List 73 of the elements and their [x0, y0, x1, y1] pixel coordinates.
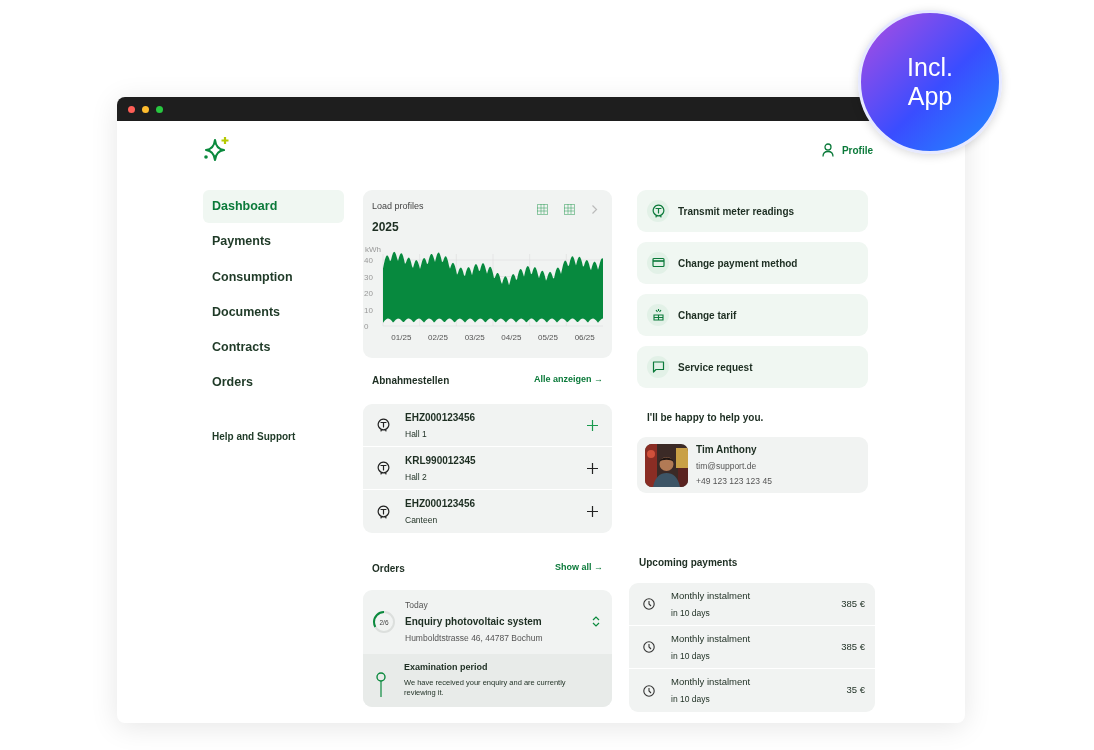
axis-label: 20: [364, 288, 373, 298]
sidebar-item[interactable]: Documents: [203, 295, 344, 329]
meter-id: EHZ000123456: [405, 410, 477, 425]
order-date: Today: [405, 599, 429, 612]
section-title: Orders: [372, 561, 405, 576]
zoom-dot-icon[interactable]: [156, 105, 163, 113]
payment-label: Monthly instalment: [671, 631, 752, 646]
minimize-dot-icon[interactable]: [142, 105, 149, 113]
payment-label: Monthly instalment: [671, 588, 752, 603]
axis-label: 03/25: [464, 332, 485, 342]
timeline-pin-icon: [375, 671, 387, 698]
location-name: Hall 1: [405, 427, 428, 441]
axis-label: 06/25: [574, 332, 595, 342]
sparkle-logo-icon: [203, 137, 231, 163]
sidebar-item[interactable]: Consumption: [203, 260, 344, 294]
meter-icon: [377, 461, 390, 475]
chart-title: Load profiles: [372, 200, 424, 213]
axis-label: 40: [364, 255, 373, 265]
section-title: Upcoming payments: [639, 555, 738, 570]
payment-due: in 10 days: [671, 649, 711, 663]
axis-label: 02/25: [428, 332, 448, 342]
support-heading: I'll be happy to help you.: [646, 411, 765, 425]
action-button[interactable]: Transmit meter readings: [637, 190, 868, 232]
expand-toggle-icon[interactable]: [592, 615, 600, 629]
solar-panel-icon: [651, 308, 665, 322]
action-button[interactable]: Change tarif: [637, 294, 868, 336]
contact-name: Tim Anthony: [696, 443, 758, 458]
plus-icon[interactable]: [587, 506, 598, 517]
step-title: Examination period: [404, 660, 489, 674]
clock-icon: [643, 598, 655, 610]
show-all-link[interactable]: Alle anzeigen →: [533, 373, 603, 387]
plus-icon[interactable]: [587, 462, 598, 474]
unit-label: kWh: [365, 244, 381, 254]
axis-label: 01/25: [391, 332, 412, 342]
location-name: Canteen: [405, 514, 439, 527]
payment-amount: 385 €: [841, 596, 865, 611]
meter-icon: [377, 504, 390, 519]
action-button[interactable]: Change payment method: [637, 242, 868, 284]
payment-due: in 10 days: [671, 693, 711, 706]
payment-label: Monthly instalment: [671, 675, 752, 689]
payment-amount: 385 €: [841, 639, 865, 654]
chat-bubble-icon: [651, 360, 665, 374]
meter-id: EHZ000123456: [405, 497, 477, 512]
credit-card-icon: [651, 256, 665, 270]
order-title: Enquiry photovoltaic system: [405, 614, 543, 629]
payment-amount: 35 €: [846, 683, 865, 698]
axis-label: 0: [364, 321, 369, 331]
clock-icon: [643, 641, 655, 653]
year-label: 2025: [372, 218, 400, 236]
sidebar-item[interactable]: Dashboard: [203, 190, 344, 223]
order-address: Humboldtstrasse 46, 44787 Bochum: [405, 631, 544, 645]
payment-due: in 10 days: [671, 606, 711, 620]
close-dot-icon[interactable]: [128, 105, 135, 113]
clock-icon: [643, 684, 655, 697]
user-icon: [821, 143, 834, 157]
axis-label: 30: [364, 272, 373, 281]
show-all-link[interactable]: Show all →: [555, 561, 603, 575]
help-link[interactable]: Help and Support: [203, 429, 344, 444]
axis-label: 04/25: [501, 332, 522, 342]
meter-icon: [377, 418, 390, 432]
profile-link[interactable]: Profile: [821, 142, 873, 158]
contact-phone: +49 123 123 123 45: [696, 475, 772, 488]
action-button[interactable]: Service request: [637, 346, 868, 388]
axis-label: 05/25: [538, 332, 558, 342]
sidebar-item[interactable]: Contracts: [203, 331, 344, 364]
sidebar-item[interactable]: Orders: [203, 366, 344, 399]
meter-id: KRL990012345: [405, 453, 477, 468]
meter-icon: [651, 204, 665, 218]
location-name: Hall 2: [405, 470, 428, 484]
axis-label: 10: [364, 305, 373, 314]
sidebar-item[interactable]: Payments: [203, 225, 344, 258]
section-title: Abnahmestellen: [372, 373, 450, 388]
contact-email: tim@support.de: [696, 460, 758, 473]
